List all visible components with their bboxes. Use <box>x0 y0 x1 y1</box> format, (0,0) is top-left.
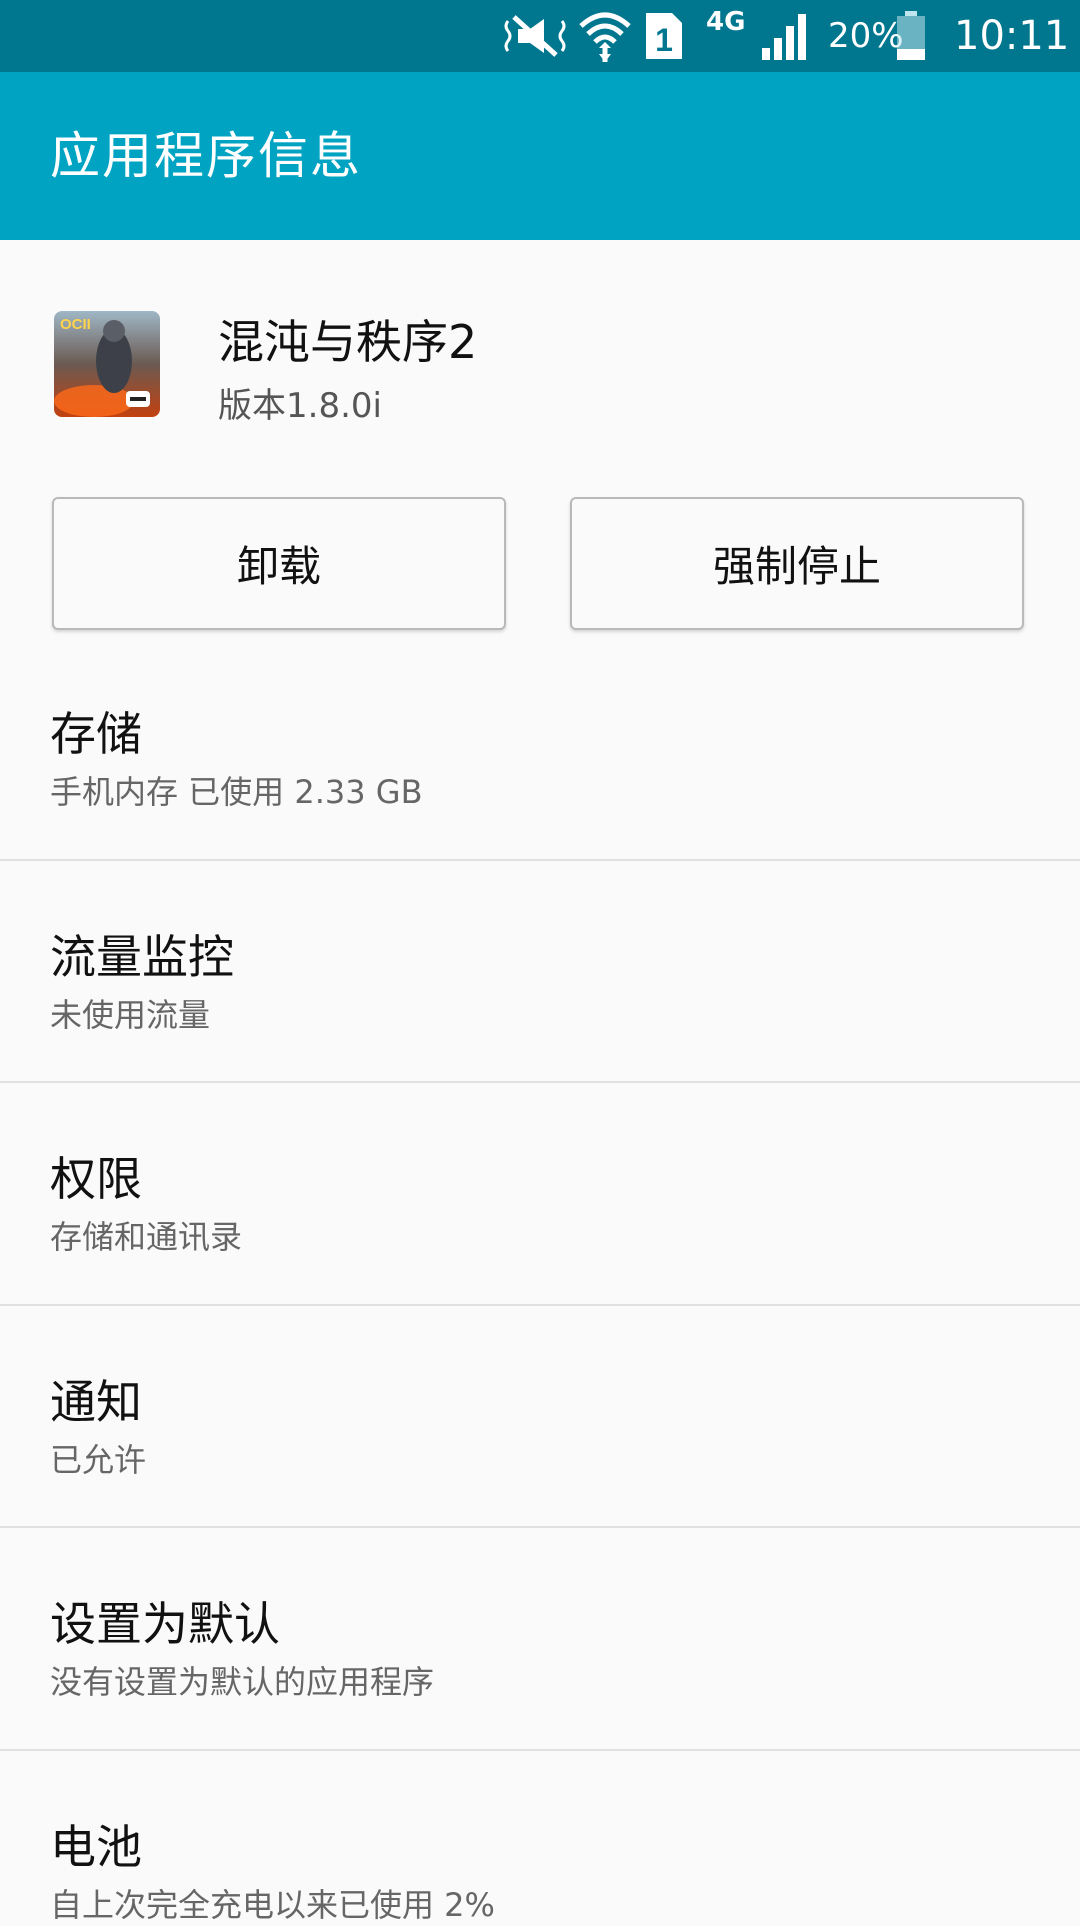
app-header: OCII 混沌与秩序2 版本1.8.0i <box>0 240 1080 480</box>
list-item-set-as-default[interactable]: 设置为默认 没有设置为默认的应用程序 <box>0 1528 1080 1750</box>
wifi-icon <box>578 0 632 72</box>
network-type-label: 4G <box>706 7 746 37</box>
app-bar: 应用程序信息 <box>0 72 1080 240</box>
list-item-title: 通知 <box>50 1375 142 1429</box>
list-item-subtitle: 已允许 <box>50 1441 147 1479</box>
list-item-subtitle: 存储和通讯录 <box>50 1218 243 1256</box>
app-version: 版本1.8.0i <box>218 386 382 426</box>
list-item-title: 存储 <box>50 707 142 761</box>
clock: 10:11 <box>954 13 1070 59</box>
list-item-title: 权限 <box>50 1152 142 1206</box>
list-item-subtitle: 自上次完全充电以来已使用 2% <box>50 1886 495 1924</box>
force-stop-button[interactable]: 强制停止 <box>570 497 1024 630</box>
battery-icon <box>896 0 926 72</box>
list-item-data-usage[interactable]: 流量监控 未使用流量 <box>0 861 1080 1083</box>
svg-text:1: 1 <box>655 22 673 58</box>
signal-icon <box>760 0 810 72</box>
list-item-battery[interactable]: 电池 自上次完全充电以来已使用 2% <box>0 1751 1080 1924</box>
network-4g-icon: 4G <box>706 0 745 58</box>
list-item-subtitle: 未使用流量 <box>50 996 211 1034</box>
status-bar: 1 4G 20% 10:11 <box>0 0 1080 72</box>
page-title: 应用程序信息 <box>50 127 362 185</box>
list-item-notifications[interactable]: 通知 已允许 <box>0 1306 1080 1528</box>
list-item-title: 设置为默认 <box>50 1597 280 1651</box>
vibrate-mute-icon <box>500 0 570 72</box>
list-item-storage[interactable]: 存储 手机内存 已使用 2.33 GB <box>0 638 1080 860</box>
sim-icon: 1 <box>644 0 684 72</box>
list-item-subtitle: 没有设置为默认的应用程序 <box>50 1663 435 1701</box>
list-item-permissions[interactable]: 权限 存储和通讯录 <box>0 1083 1080 1305</box>
list-item-subtitle: 手机内存 已使用 2.33 GB <box>50 773 423 811</box>
svg-text:OCII: OCII <box>60 316 91 333</box>
list-item-title: 流量监控 <box>50 930 234 984</box>
battery-percent: 20% <box>828 16 904 56</box>
app-icon: OCII <box>54 311 160 417</box>
app-name: 混沌与秩序2 <box>218 315 478 369</box>
uninstall-button[interactable]: 卸载 <box>52 497 506 630</box>
list-item-title: 电池 <box>50 1820 142 1874</box>
